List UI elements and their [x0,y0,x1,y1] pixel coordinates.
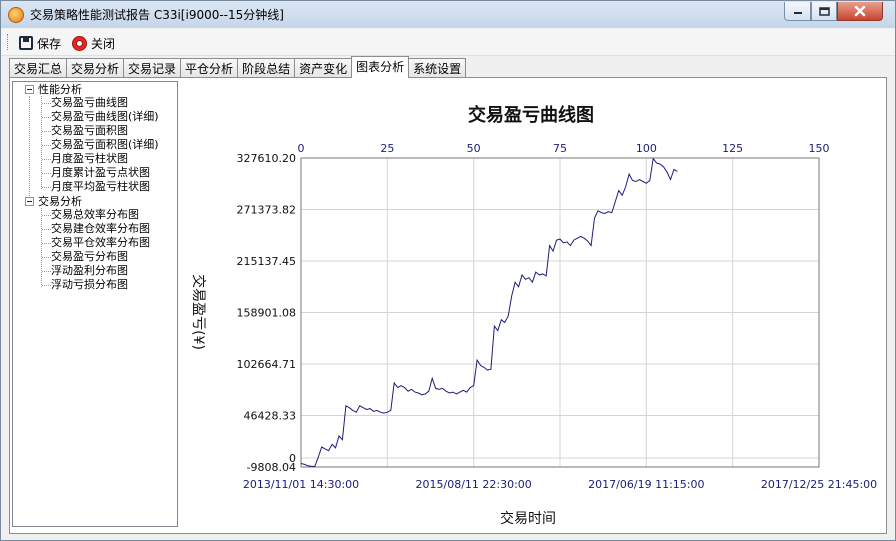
tab-chart-analysis[interactable]: 图表分析 [351,56,410,78]
bottom-x-tick-label: 2017/12/25 21:45:00 [761,478,877,491]
collapse-icon[interactable] [25,197,34,206]
tree-item-pnl-area[interactable]: 交易盈亏面积图 [51,124,128,138]
tree-connector [42,257,51,258]
tree-item-total-efficiency[interactable]: 交易总效率分布图 [51,208,139,222]
tree-item-pnl-area-detail[interactable]: 交易盈亏面积图(详细) [51,138,159,152]
save-button[interactable]: 保存 [19,33,61,53]
toolbar: 保存 关闭 [1,29,895,56]
y-tick-label: 271373.82 [237,204,297,217]
y-tick-label: 102664.71 [237,358,297,371]
tree-connector [42,173,51,174]
minimize-icon [793,12,802,14]
tree-connector [42,243,51,244]
chart-tree: 性能分析 交易盈亏曲线图 交易盈亏曲线图(详细) 交易盈亏面积图 交易盈亏面积图… [12,81,178,527]
close-window-button[interactable] [837,2,883,21]
bottom-x-tick-label: 2017/06/19 11:15:00 [588,478,704,491]
tree-item-monthly-bar[interactable]: 月度盈亏柱状图 [51,152,128,166]
top-x-tick-label: 0 [298,142,305,155]
save-label: 保存 [37,36,62,51]
app-logo-icon [8,7,24,23]
x-axis-label: 交易时间 [500,510,556,527]
tree-item-pnl-curve-detail[interactable]: 交易盈亏曲线图(详细) [51,110,159,124]
tab-period-summary[interactable]: 阶段总结 [237,58,295,78]
grid-layer [301,158,819,467]
tree-item-pnl-curve[interactable]: 交易盈亏曲线图 [51,96,128,110]
top-x-tick-label: 25 [380,142,394,155]
tab-trade-summary[interactable]: 交易汇总 [9,58,67,78]
tab-close-analysis[interactable]: 平仓分析 [180,58,238,78]
chart-title: 交易盈亏曲线图 [468,104,594,126]
tree-connector [42,145,51,146]
top-x-tick-label: 75 [553,142,567,155]
tab-strip: 交易汇总 交易分析 交易记录 平仓分析 阶段总结 资产变化 图表分析 系统设置 [9,56,467,78]
tree-connector [42,159,51,160]
tree-connector [42,117,51,118]
tree-connector [42,271,51,272]
tab-trade-analysis[interactable]: 交易分析 [66,58,124,78]
y-tick-label: 327610.20 [237,152,297,165]
maximize-button[interactable] [811,2,837,21]
tree-connector [42,131,51,132]
tree-connector [42,215,51,216]
close-report-button[interactable]: 关闭 [72,33,115,53]
pnl-chart: 交易盈亏曲线图 327610.20 271373.82 215137.45 15890… [190,104,878,527]
y-tick-label: 158901.08 [237,307,297,320]
tree-item-float-profit[interactable]: 浮动盈利分布图 [51,264,128,278]
tab-system-settings[interactable]: 系统设置 [409,58,467,78]
y-tick-label: 46428.33 [244,410,297,423]
close-label: 关闭 [91,36,116,51]
chart-area: 交易盈亏曲线图 327610.20 271373.82 215137.45 15890… [179,81,885,532]
save-icon [19,36,33,50]
collapse-icon[interactable] [25,85,34,94]
maximize-icon [818,6,830,16]
stop-icon [72,35,87,51]
tree-connector [41,96,42,189]
title-bar[interactable]: 交易策略性能测试报告 C33i[i9000--15分钟线] [1,1,895,28]
tab-trade-records[interactable]: 交易记录 [123,58,181,78]
tree-item-close-efficiency[interactable]: 交易平仓效率分布图 [51,236,150,250]
top-x-tick-label: 100 [636,142,657,155]
minimize-button[interactable] [784,2,811,21]
bottom-x-tick-label: 2015/08/11 22:30:00 [416,478,532,491]
y-tick-label: -9808.04 [247,461,296,474]
tree-item-monthly-average[interactable]: 月度平均盈亏柱状图 [51,180,150,194]
tree-connector [41,208,42,287]
y-axis-label: 交易盈亏(¥) [190,274,207,350]
app-window: 交易策略性能测试报告 C33i[i9000--15分钟线] 保存 关闭 交易汇总… [0,0,896,541]
tree-item-open-efficiency[interactable]: 交易建仓效率分布图 [51,222,150,236]
tree-group-label: 性能分析 [38,83,82,96]
tree-item-pnl-distribution[interactable]: 交易盈亏分布图 [51,250,128,264]
top-x-tick-label: 125 [722,142,743,155]
window-title: 交易策略性能测试报告 C33i[i9000--15分钟线] [30,8,284,22]
tree-connector [42,187,51,188]
tree-connector [42,285,51,286]
bottom-x-tick-label: 2013/11/01 14:30:00 [243,478,359,491]
top-x-tick-label: 50 [467,142,481,155]
tree-connector [42,103,51,104]
top-x-tick-label: 150 [809,142,830,155]
y-tick-label: 215137.45 [237,255,297,268]
tree-connector [29,96,30,204]
tree-item-float-loss[interactable]: 浮动亏损分布图 [51,278,128,292]
tree-item-monthly-cumulative[interactable]: 月度累计盈亏点状图 [51,166,150,180]
ticks-layer: 327610.20 271373.82 215137.45 158901.08 1026… [237,142,878,491]
close-icon [854,5,866,16]
toolbar-grip[interactable] [7,34,10,50]
tree-connector [42,229,51,230]
tab-asset-change[interactable]: 资产变化 [294,58,352,78]
tree-group-label: 交易分析 [38,195,82,208]
